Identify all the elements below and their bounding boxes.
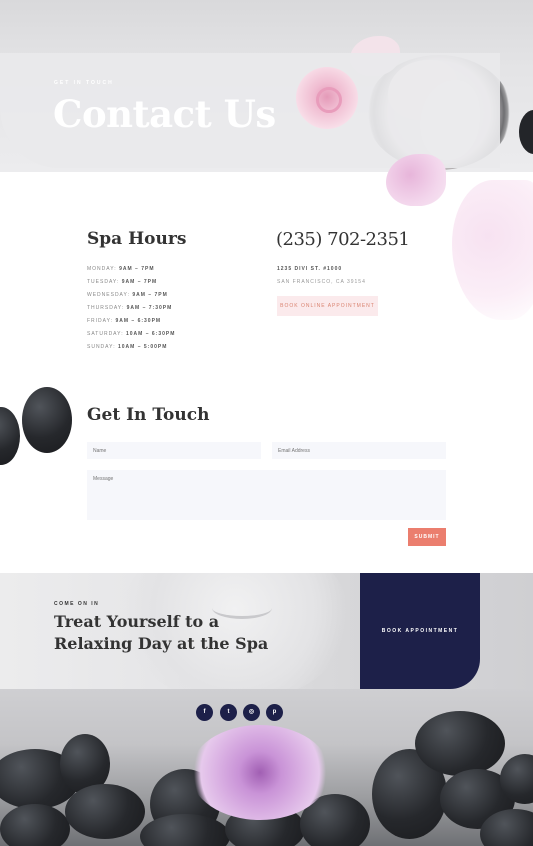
hours-day: THURSDAY: (87, 305, 125, 311)
address-line-1: 1235 DIVI ST. #1000 (277, 266, 343, 272)
book-online-appointment-button[interactable]: BOOK ONLINE APPOINTMENT (277, 296, 378, 316)
decorative-petal-image (452, 180, 533, 320)
spa-hours-heading: Spa Hours (87, 229, 187, 249)
email-input[interactable] (272, 442, 446, 459)
cta-heading: Treat Yourself to a Relaxing Day at the … (54, 612, 269, 653)
hours-list: MONDAY: 9AM – 7PM TUESDAY: 9AM – 7PM WED… (87, 266, 175, 357)
falling-petal-image (386, 154, 446, 206)
hero-eyebrow: GET IN TOUCH (54, 80, 114, 86)
hours-day: FRIDAY: (87, 318, 114, 324)
orchid-flower-image (190, 725, 330, 820)
hours-time: 10AM – 5:00PM (117, 344, 168, 350)
hours-item: FRIDAY: 9AM – 6:30PM (87, 318, 175, 331)
rose-image (296, 67, 358, 129)
stones-image (0, 385, 80, 465)
cta-eyebrow: COME ON IN (54, 601, 100, 607)
hours-item: SUNDAY: 10AM – 5:00PM (87, 344, 175, 357)
hours-item: THURSDAY: 9AM – 7:30PM (87, 305, 175, 318)
hours-day: SUNDAY: (87, 344, 116, 350)
stone-image (65, 784, 145, 839)
name-input[interactable] (87, 442, 261, 459)
instagram-icon[interactable]: ◎ (243, 704, 260, 721)
stone-image (519, 110, 533, 154)
submit-button[interactable]: SUBMIT (408, 528, 446, 546)
facebook-icon[interactable]: f (196, 704, 213, 721)
book-appointment-button[interactable]: BOOK APPOINTMENT (360, 573, 480, 689)
pinterest-icon[interactable]: p (266, 704, 283, 721)
hours-day: TUESDAY: (87, 279, 120, 285)
message-textarea[interactable] (87, 470, 446, 520)
hours-time: 9AM – 7PM (121, 279, 158, 285)
hours-time: 9AM – 6:30PM (115, 318, 162, 324)
hours-item: TUESDAY: 9AM – 7PM (87, 279, 175, 292)
phone-number[interactable]: (235) 702-2351 (276, 229, 410, 250)
hours-time: 9AM – 7PM (119, 266, 155, 272)
stone-image (0, 804, 70, 846)
stone-image (0, 407, 20, 465)
hours-item: SATURDAY: 10AM – 6:30PM (87, 331, 175, 344)
twitter-icon[interactable]: t (220, 704, 237, 721)
hours-day: WEDNESDAY: (87, 292, 130, 298)
page-title: Contact Us (53, 92, 276, 136)
address-line-2: SAN FRANCISCO, CA 39154 (277, 279, 366, 285)
hours-time: 9AM – 7:30PM (126, 305, 173, 311)
stone-image (22, 387, 72, 453)
get-in-touch-heading: Get In Touch (87, 405, 210, 425)
stone-image (415, 711, 505, 776)
hours-time: 10AM – 6:30PM (126, 331, 176, 337)
hours-item: WEDNESDAY: 9AM – 7PM (87, 292, 175, 305)
hours-time: 9AM – 7PM (132, 292, 168, 298)
hours-day: MONDAY: (87, 266, 117, 272)
hours-item: MONDAY: 9AM – 7PM (87, 266, 175, 279)
hours-day: SATURDAY: (87, 331, 124, 337)
